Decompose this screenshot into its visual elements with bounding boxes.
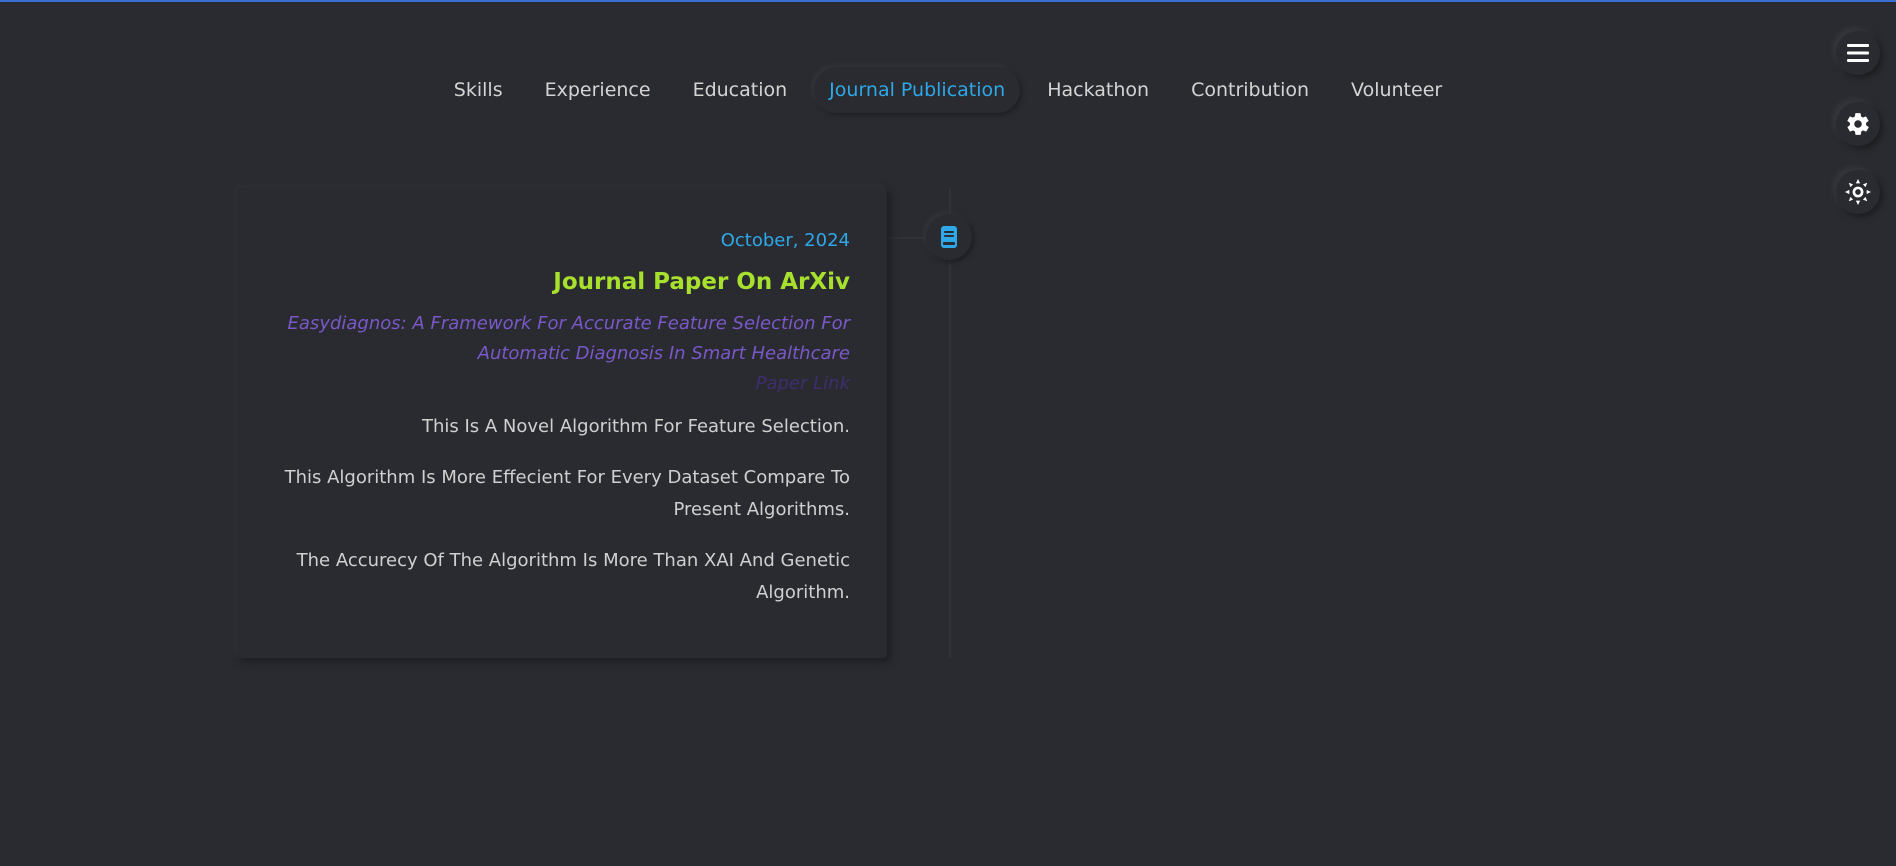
tab-journal-publication[interactable]: Journal Publication [814, 67, 1021, 113]
description-item: This Algorithm Is More Effecient For Eve… [284, 467, 850, 520]
tab-experience[interactable]: Experience [530, 67, 666, 113]
settings-button[interactable] [1836, 102, 1880, 146]
tab-hackathon[interactable]: Hackathon [1032, 67, 1164, 113]
menu-button[interactable] [1836, 31, 1880, 75]
tab-education[interactable]: Education [678, 67, 803, 113]
sun-icon [1845, 179, 1871, 205]
description-item: This Is A Novel Algorithm For Feature Se… [421, 416, 850, 437]
book-icon [941, 226, 957, 248]
paper-title-line-2: Automatic Diagnosis In Smart Healthcare [477, 343, 850, 364]
publication-title: Journal Paper On ArXiv [553, 269, 850, 295]
paper-title: Easydiagnos: A Framework For Accurate Fe… [274, 309, 850, 369]
top-progress-bar [0, 0, 1896, 2]
publication-date: October, 2024 [720, 230, 850, 251]
publication-card: October, 2024 Journal Paper On ArXiv Eas… [237, 188, 887, 658]
description-item: The Accurecy Of The Algorithm Is More Th… [296, 550, 850, 603]
tab-contribution[interactable]: Contribution [1176, 67, 1324, 113]
tab-skills[interactable]: Skills [439, 67, 518, 113]
section-tabs: Skills Experience Education Journal Publ… [0, 67, 1896, 113]
timeline-marker [926, 214, 972, 260]
paper-link[interactable]: Paper Link [274, 369, 850, 399]
theme-toggle-button[interactable] [1836, 170, 1880, 214]
menu-icon [1847, 44, 1869, 62]
paper-title-line-1: Easydiagnos: A Framework For Accurate Fe… [287, 313, 850, 334]
gear-icon [1847, 113, 1869, 135]
tab-volunteer[interactable]: Volunteer [1336, 67, 1457, 113]
